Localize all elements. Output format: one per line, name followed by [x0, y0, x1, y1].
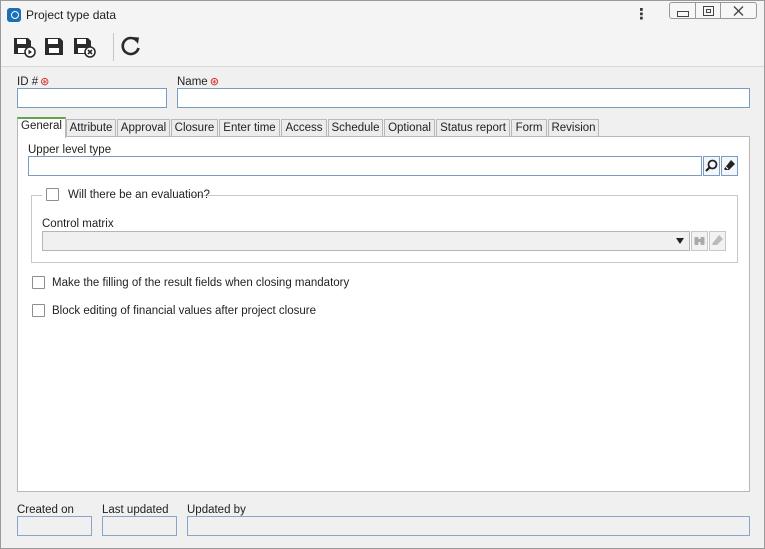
- tab-access[interactable]: Access: [281, 119, 327, 137]
- mandatory-result-checkbox[interactable]: [32, 276, 45, 289]
- tab-approval[interactable]: Approval: [117, 119, 170, 137]
- tab-general[interactable]: General: [17, 117, 66, 138]
- updated-by-field: [187, 516, 750, 536]
- app-icon: [7, 8, 21, 22]
- close-icon: [733, 6, 744, 16]
- control-matrix-select[interactable]: [42, 231, 690, 251]
- required-icon: ⊛: [209, 76, 219, 88]
- save-icon: [45, 38, 63, 55]
- created-on-label: Created on: [17, 504, 74, 516]
- save-new-icon: [14, 38, 36, 58]
- eraser-icon: [712, 235, 723, 245]
- name-label-text: Name: [177, 76, 208, 88]
- form-content: ID # ⊛ Name ⊛ General Attribute Approval C…: [1, 68, 764, 548]
- block-financial-label: Block editing of financial values after …: [52, 305, 317, 317]
- name-field[interactable]: [177, 88, 750, 108]
- minimize-button[interactable]: [669, 2, 695, 19]
- tab-form[interactable]: Form: [511, 119, 547, 137]
- dialog-window: Project type data ⋮ ID # ⊛ Name ⊛ Genera…: [0, 0, 765, 549]
- close-button[interactable]: [721, 2, 757, 19]
- tab-attribute[interactable]: Attribute: [66, 119, 116, 137]
- evaluation-label: Will there be an evaluation?: [68, 189, 210, 201]
- upper-level-type-label: Upper level type: [28, 144, 112, 156]
- clear-matrix-button[interactable]: [709, 231, 726, 251]
- evaluation-checkbox[interactable]: [46, 188, 59, 201]
- toolbar: [1, 29, 764, 67]
- toolbar-separator: [113, 33, 114, 61]
- save-close-icon: [74, 38, 96, 58]
- id-label-text: ID #: [17, 76, 39, 88]
- last-updated-field: [102, 516, 177, 536]
- id-label: ID # ⊛: [17, 75, 49, 88]
- save-and-new-button[interactable]: [11, 33, 37, 59]
- kebab-menu-icon[interactable]: ⋮: [634, 7, 649, 23]
- refresh-button[interactable]: [118, 33, 144, 59]
- required-icon: ⊛: [40, 76, 50, 88]
- created-on-field: [17, 516, 92, 536]
- dropdown-arrow-icon: [676, 238, 684, 244]
- binoculars-icon: [694, 237, 705, 245]
- eraser-icon: [724, 160, 735, 170]
- last-updated-label: Last updated: [102, 504, 169, 516]
- evaluation-legend: Will there be an evaluation?: [42, 187, 210, 203]
- tab-enter-time[interactable]: Enter time: [219, 119, 280, 137]
- tab-schedule[interactable]: Schedule: [328, 119, 383, 137]
- block-financial-checkbox[interactable]: [32, 304, 45, 317]
- search-icon: [705, 159, 718, 172]
- title-bar: Project type data ⋮: [1, 1, 764, 29]
- save-button[interactable]: [41, 33, 67, 59]
- control-matrix-label: Control matrix: [42, 218, 114, 230]
- tab-status-report[interactable]: Status report: [436, 119, 510, 137]
- search-button[interactable]: [703, 156, 720, 176]
- mandatory-result-label: Make the filling of the result fields wh…: [52, 277, 350, 289]
- refresh-icon: [121, 36, 140, 56]
- tab-optional[interactable]: Optional: [384, 119, 435, 137]
- id-field[interactable]: [17, 88, 167, 108]
- general-panel: Upper level type Will there be an evalua: [17, 136, 750, 492]
- window-title: Project type data: [26, 8, 117, 22]
- upper-level-type-field[interactable]: [28, 156, 702, 176]
- binoculars-button[interactable]: [691, 231, 708, 251]
- evaluation-group: Will there be an evaluation? Control mat…: [31, 187, 738, 263]
- tab-revision[interactable]: Revision: [548, 119, 599, 137]
- maximize-button[interactable]: [695, 2, 721, 19]
- save-and-close-button[interactable]: [71, 33, 97, 59]
- tab-closure[interactable]: Closure: [171, 119, 218, 137]
- name-label: Name ⊛: [177, 75, 219, 88]
- updated-by-label: Updated by: [187, 504, 246, 516]
- clear-button[interactable]: [721, 156, 738, 176]
